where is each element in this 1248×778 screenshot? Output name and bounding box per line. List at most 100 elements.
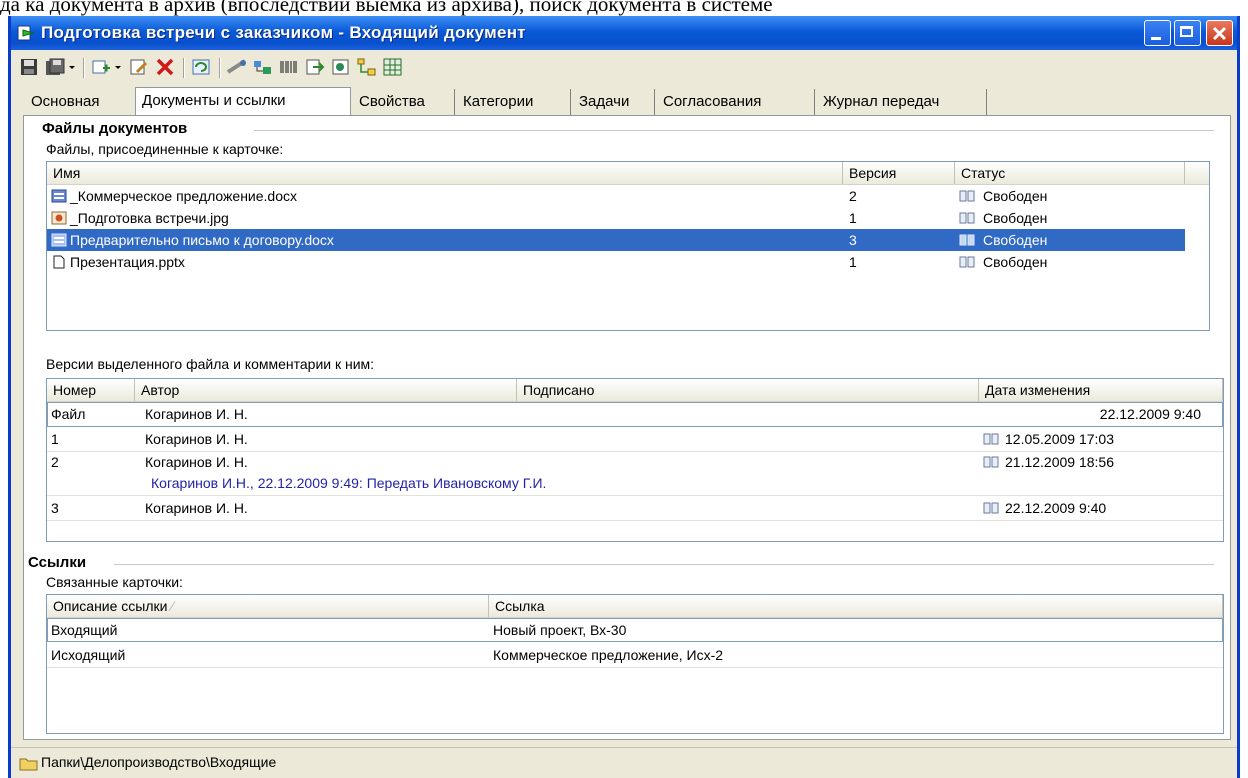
delete-icon[interactable]: [155, 58, 175, 76]
file-status-cell: Свободен: [959, 251, 1047, 273]
links-grid[interactable]: Описание ссылки ∕ Ссылка Входящий Новый …: [46, 594, 1224, 734]
links-section-title: Ссылки: [28, 554, 87, 571]
tab-approvals[interactable]: Согласования: [657, 89, 815, 115]
document-text-fragment: да ка документа в архив (впоследствии вы…: [0, 0, 773, 16]
file-status-cell: Свободен: [959, 185, 1047, 207]
dropdown-arrow-icon[interactable]: [113, 58, 123, 76]
version-date-cell: 22.12.2009 9:40: [983, 496, 1106, 521]
version-row[interactable]: 2 Когаринов И. Н. 21.12.2009 18:56 Когар…: [47, 452, 1223, 496]
save-as-icon[interactable]: [45, 58, 65, 76]
links-label: Связанные карточки:: [46, 574, 183, 590]
scan-icon[interactable]: [331, 58, 351, 76]
file-name-cell: _Подготовка встречи.jpg: [51, 207, 229, 229]
file-version-cell: 1: [849, 210, 857, 226]
barcode-icon[interactable]: [279, 58, 299, 76]
book-icon: [983, 456, 999, 468]
window-title: Подготовка встречи с заказчиком - Входящ…: [41, 23, 526, 42]
status-bar: Папки\Делопроизводство\Входящие: [11, 747, 1237, 778]
status-path: Папки\Делопроизводство\Входящие: [41, 754, 277, 770]
version-number-cell: 1: [51, 431, 59, 447]
column-header-signed[interactable]: Подписано: [517, 379, 979, 401]
column-header-link[interactable]: Ссылка: [489, 595, 1223, 617]
version-number-cell: 2: [51, 454, 59, 470]
version-row[interactable]: 3 Когаринов И. Н. 22.12.2009 9:40: [47, 496, 1223, 521]
section-divider: [254, 130, 1214, 131]
column-header-date[interactable]: Дата изменения: [979, 379, 1223, 401]
close-window-button[interactable]: [1206, 20, 1233, 46]
versions-label: Версии выделенного файла и комментарии к…: [46, 356, 375, 372]
versions-grid[interactable]: Номер Автор Подписано Дата изменения Фай…: [46, 378, 1224, 542]
maximize-button[interactable]: [1174, 20, 1201, 46]
save-icon[interactable]: [19, 58, 39, 76]
book-icon: [959, 212, 975, 224]
minimize-button[interactable]: [1144, 20, 1171, 46]
file-version-cell: 1: [849, 254, 857, 270]
version-author-cell: Когаринов И. Н.: [145, 500, 248, 516]
edit-icon[interactable]: [129, 58, 149, 76]
export-icon[interactable]: [305, 58, 325, 76]
version-author-cell: Когаринов И. Н.: [145, 406, 248, 422]
column-header-status[interactable]: Статус: [955, 162, 1185, 184]
column-header-name[interactable]: Имя: [47, 162, 843, 184]
file-row-selected[interactable]: Предварительно письмо к договору.docx 3 …: [47, 229, 1185, 251]
folder-icon: [19, 758, 38, 771]
column-header-number[interactable]: Номер: [47, 379, 135, 401]
word-icon: [51, 189, 67, 203]
book-icon: [983, 502, 999, 514]
title-bar[interactable]: Подготовка встречи с заказчиком - Входящ…: [11, 16, 1237, 50]
file-status-cell: Свободен: [959, 229, 1047, 251]
tab-properties[interactable]: Свойства: [353, 89, 455, 115]
version-author-cell: Когаринов И. Н.: [145, 431, 248, 447]
book-icon: [959, 256, 975, 268]
files-label: Файлы, присоединенные к карточке:: [46, 141, 284, 157]
tab-main[interactable]: Основная: [25, 89, 135, 115]
refresh-icon[interactable]: [191, 58, 211, 76]
route-icon[interactable]: [227, 58, 247, 76]
file-name-cell: Предварительно письмо к договору.docx: [51, 229, 334, 251]
new-card-icon[interactable]: [91, 58, 111, 76]
file-row[interactable]: _Коммерческое предложение.docx 2 Свободе…: [47, 185, 1209, 207]
link-target-cell: Новый проект, Вх-30: [493, 622, 627, 638]
files-grid-header: Имя Версия Статус: [47, 162, 1209, 185]
column-header-link-description[interactable]: Описание ссылки ∕: [47, 595, 489, 617]
tab-tasks[interactable]: Задачи: [573, 89, 655, 115]
version-date-cell: 12.05.2009 17:03: [983, 427, 1114, 452]
section-divider: [114, 564, 1214, 565]
files-section-title: Файлы документов: [42, 120, 188, 137]
column-header-author[interactable]: Автор: [135, 379, 517, 401]
version-row[interactable]: 1 Когаринов И. Н. 12.05.2009 17:03: [47, 427, 1223, 452]
link-description-cell: Входящий: [51, 622, 118, 638]
version-date-cell: 22.12.2009 9:40: [1099, 406, 1201, 422]
files-grid[interactable]: Имя Версия Статус _Коммерческое предложе…: [46, 161, 1210, 331]
toolbar: [11, 50, 1237, 84]
file-row[interactable]: _Подготовка встречи.jpg 1 Свободен: [47, 207, 1209, 229]
image-icon: [51, 211, 67, 225]
file-name-cell: Презентация.pptx: [51, 251, 185, 273]
file-row[interactable]: Презентация.pptx 1 Свободен: [47, 251, 1209, 273]
tree-icon[interactable]: [253, 58, 273, 76]
link-row[interactable]: Исходящий Коммерческое предложение, Исх-…: [47, 642, 1223, 668]
version-number-cell: 3: [51, 500, 59, 516]
document-arrow-icon: [17, 25, 35, 41]
file-status-cell: Свободен: [959, 207, 1047, 229]
tab-categories[interactable]: Категории: [457, 89, 571, 115]
dropdown-arrow-icon[interactable]: [67, 58, 77, 76]
version-number-cell: Файл: [51, 406, 86, 422]
blank-file-icon: [53, 255, 65, 269]
book-icon: [983, 433, 999, 445]
link-description-cell: Исходящий: [51, 647, 126, 663]
tab-transfer-log[interactable]: Журнал передач: [817, 89, 987, 115]
app-window: Подготовка встречи с заказчиком - Входящ…: [8, 16, 1240, 778]
column-header-version[interactable]: Версия: [843, 162, 955, 184]
grid-icon[interactable]: [383, 58, 403, 76]
tab-documents-links[interactable]: Документы и ссылки: [135, 87, 351, 116]
word-icon: [51, 233, 67, 247]
toolbar-separator: [183, 58, 185, 78]
link-row[interactable]: Входящий Новый проект, Вх-30: [47, 618, 1223, 642]
documents-links-panel: Файлы документов Файлы, присоединенные к…: [23, 115, 1231, 740]
version-row[interactable]: Файл Когаринов И. Н. 22.12.2009 9:40: [47, 402, 1223, 427]
book-icon: [959, 190, 975, 202]
file-name-cell: _Коммерческое предложение.docx: [51, 185, 297, 207]
book-icon: [959, 234, 975, 246]
hierarchy-icon[interactable]: [357, 58, 377, 76]
